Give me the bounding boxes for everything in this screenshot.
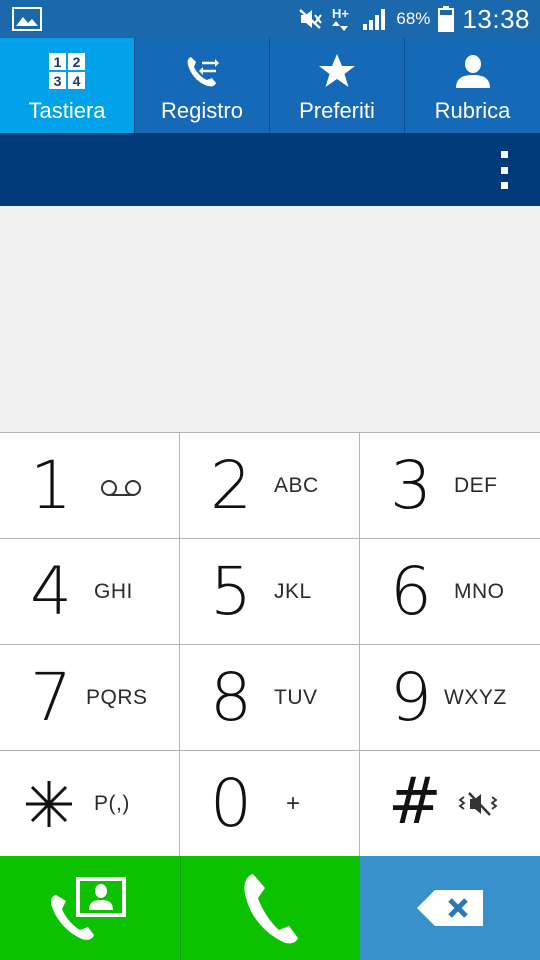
call-button[interactable] bbox=[180, 856, 360, 960]
tab-label: Tastiera bbox=[28, 98, 106, 123]
battery-icon bbox=[438, 6, 455, 32]
status-bar: H+ 68% 13:38 bbox=[0, 0, 540, 38]
key-3[interactable]: 3 DEF bbox=[360, 433, 540, 539]
overflow-menu-icon[interactable] bbox=[496, 151, 512, 189]
bottom-actions bbox=[0, 856, 540, 960]
voicemail-icon bbox=[101, 480, 141, 496]
key-letters: MNO bbox=[454, 580, 505, 603]
delete-button[interactable] bbox=[360, 856, 540, 960]
dial-keypad: 1 2 ABC 3 DEF 4 GHI 5 JKL 6 MNO 7 PQRS 8… bbox=[0, 432, 540, 857]
key-hash[interactable]: # bbox=[360, 751, 540, 857]
tab-label: Preferiti bbox=[299, 98, 375, 123]
key-letters: ABC bbox=[274, 474, 319, 497]
key-letters: WXYZ bbox=[444, 686, 507, 709]
key-4[interactable]: 4 GHI bbox=[0, 539, 180, 645]
gallery-icon bbox=[12, 7, 42, 31]
key-1[interactable]: 1 bbox=[0, 433, 180, 539]
keypad-icon: 1234 bbox=[47, 51, 87, 91]
tab-favorites[interactable]: Preferiti bbox=[270, 38, 405, 133]
vibrate-mute-icon bbox=[458, 792, 498, 816]
tab-label: Registro bbox=[161, 98, 243, 123]
asterisk-icon bbox=[26, 781, 72, 827]
tab-call-log[interactable]: Registro bbox=[135, 38, 270, 133]
tab-bar: 1234 Tastiera Registro Preferiti Rubrica bbox=[0, 38, 540, 133]
svg-text:H+: H+ bbox=[332, 6, 349, 21]
call-log-icon bbox=[182, 51, 222, 91]
key-letters: + bbox=[286, 790, 301, 817]
key-0[interactable]: 0 + bbox=[180, 751, 360, 857]
key-digit: 9 bbox=[390, 659, 432, 736]
key-5[interactable]: 5 JKL bbox=[180, 539, 360, 645]
clock: 13:38 bbox=[462, 3, 530, 34]
key-digit: 5 bbox=[210, 553, 252, 630]
contact-call-button[interactable] bbox=[0, 856, 180, 960]
key-digit: 0 bbox=[210, 765, 252, 842]
key-digit: 1 bbox=[30, 447, 72, 524]
key-digit: 2 bbox=[210, 447, 252, 524]
battery-percent: 68% bbox=[396, 9, 431, 28]
key-letters: DEF bbox=[454, 474, 498, 497]
key-7[interactable]: 7 PQRS bbox=[0, 645, 180, 751]
key-digit: 4 bbox=[30, 553, 72, 630]
action-bar bbox=[0, 133, 540, 206]
key-letters: JKL bbox=[274, 580, 312, 603]
signal-icon bbox=[363, 9, 386, 30]
backspace-icon bbox=[417, 890, 483, 926]
key-letters: TUV bbox=[274, 686, 318, 709]
key-digit: 8 bbox=[210, 659, 252, 736]
phone-icon bbox=[243, 874, 298, 944]
key-digit: # bbox=[388, 765, 442, 839]
tab-contacts[interactable]: Rubrica bbox=[405, 38, 540, 133]
tab-label: Rubrica bbox=[434, 98, 511, 123]
key-digit: 3 bbox=[390, 447, 432, 524]
key-8[interactable]: 8 TUV bbox=[180, 645, 360, 751]
key-2[interactable]: 2 ABC bbox=[180, 433, 360, 539]
key-9[interactable]: 9 WXYZ bbox=[360, 645, 540, 751]
mute-icon bbox=[299, 9, 323, 29]
star-icon bbox=[317, 51, 357, 91]
contact-icon bbox=[453, 51, 493, 91]
key-6[interactable]: 6 MNO bbox=[360, 539, 540, 645]
contact-call-icon bbox=[51, 877, 126, 940]
tab-keypad[interactable]: 1234 Tastiera bbox=[0, 38, 135, 133]
key-letters: PQRS bbox=[86, 686, 148, 709]
number-display bbox=[0, 206, 540, 432]
key-letters: P(,) bbox=[94, 792, 130, 815]
key-star[interactable]: P(,) bbox=[0, 751, 180, 857]
key-digit: 6 bbox=[390, 553, 432, 630]
key-letters: GHI bbox=[94, 580, 133, 603]
status-icons: H+ 68% 13:38 bbox=[298, 0, 530, 38]
key-digit: 7 bbox=[30, 659, 72, 736]
network-hplus-icon: H+ bbox=[332, 6, 350, 31]
